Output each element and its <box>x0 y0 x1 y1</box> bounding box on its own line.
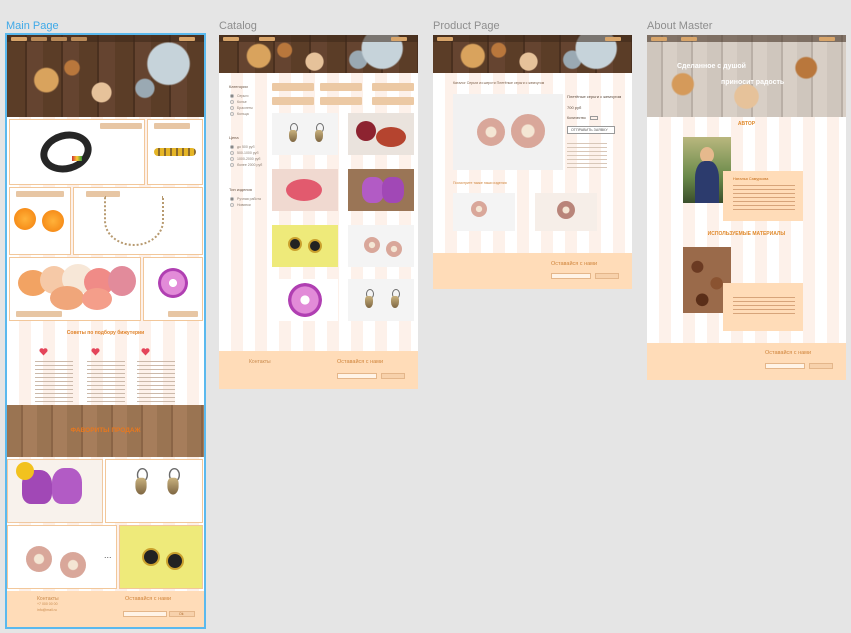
about-hero-image: Сделанное с душой приносит радость <box>647 35 846 117</box>
materials-card <box>723 283 803 331</box>
order-button[interactable]: ОТПРАВИТЬ ЗАЯВКУ <box>567 126 615 134</box>
footer-subscribe-button[interactable] <box>595 273 619 279</box>
favorite-tile-feather-earrings[interactable] <box>105 459 203 523</box>
about-hero-line1: Сделанное с душой <box>677 63 746 70</box>
filter-label: Кольца <box>237 112 249 116</box>
product-main-image <box>453 94 563 170</box>
materials-title: ИСПОЛЬЗУЕМЫЕ МАТЕРИАЛЫ <box>707 231 786 237</box>
filter-radio[interactable] <box>230 157 234 161</box>
footer-subscribe-button[interactable] <box>381 373 405 379</box>
filter-type-title: Тип изделия <box>229 187 252 192</box>
favorite-tile-felt-boots[interactable] <box>7 459 103 523</box>
filter-label: до 500 руб <box>237 145 255 149</box>
heart-icon <box>39 343 48 356</box>
footer-email-input[interactable] <box>551 273 591 279</box>
favorite-tile-crochet-earrings[interactable]: ... <box>7 525 117 589</box>
footer-contacts-label: Контакты <box>249 359 271 365</box>
catalog-card[interactable] <box>272 169 338 211</box>
artboard-label-product[interactable]: Product Page <box>433 20 500 32</box>
filter-radio[interactable] <box>230 145 234 149</box>
qty-label: Количество <box>567 116 586 120</box>
related-title: Посмотрите также наши изделия <box>453 181 507 185</box>
product-tile-necklace-gold[interactable] <box>147 119 203 185</box>
favorites-title: ФАВОРИТЫ ПРОДАЖ <box>70 427 141 434</box>
catalog-card[interactable] <box>272 225 338 267</box>
main-footer: Контакты +7 000 00 00 info@mail.ru Остав… <box>7 591 204 627</box>
catalog-card[interactable] <box>272 113 338 155</box>
catalog-card[interactable] <box>272 279 338 321</box>
catalog-hero-image <box>219 35 418 73</box>
filter-label: 1000-2000 руб <box>237 157 261 161</box>
filter-label: 500-1000 руб <box>237 151 259 155</box>
product-tile-flower-brooch[interactable] <box>143 257 203 321</box>
footer-subscribe-title: Оставайся с нами <box>337 359 384 365</box>
related-card[interactable] <box>453 193 515 231</box>
catalog-card[interactable] <box>348 225 414 267</box>
filter-label: Ручная работа <box>237 197 261 201</box>
artboard-about[interactable]: Сделанное с душой приносит радость АВТОР… <box>647 35 846 380</box>
product-footer: Оставайся с нами <box>433 253 632 289</box>
catalog-footer: Контакты Оставайся с нами <box>219 351 418 389</box>
product-breadcrumb[interactable]: Каталог Серьги из шерсти Плетёные серьги… <box>453 81 544 85</box>
filter-label: Новинки <box>237 203 251 207</box>
product-tile-bracelet[interactable] <box>9 119 145 185</box>
main-hero-image <box>7 35 204 117</box>
author-name: Наталья Самуркова <box>733 177 769 181</box>
filter-label: Браслеты <box>237 106 253 110</box>
catalog-card[interactable] <box>348 113 414 155</box>
tips-title: Советы по подбору бижутерии <box>66 330 145 336</box>
filter-label: более 2000 руб <box>237 163 263 167</box>
footer-subscribe-title: Оставайся с нами <box>125 596 172 602</box>
product-name: Плетёные серьги с жемчугом <box>567 94 622 99</box>
artboard-label-catalog[interactable]: Catalog <box>219 20 257 32</box>
filter-radio[interactable] <box>230 197 234 201</box>
footer-subscribe-button[interactable]: Ok <box>169 611 195 617</box>
footer-email-input[interactable] <box>337 373 377 379</box>
filter-categories-title: Категории <box>229 84 248 89</box>
product-hero-image <box>433 35 632 73</box>
filter-label: Серьги <box>237 94 249 98</box>
artboard-product[interactable]: Каталог Серьги из шерсти Плетёные серьги… <box>433 35 632 289</box>
author-title: АВТОР <box>737 121 756 127</box>
about-footer: Оставайся с нами <box>647 343 846 380</box>
heart-icon <box>91 343 100 356</box>
related-card[interactable] <box>535 193 597 231</box>
filter-price-title: Цена <box>229 135 239 140</box>
footer-subscribe-title: Оставайся с нами <box>551 261 598 267</box>
filter-radio[interactable] <box>230 151 234 155</box>
main-navbar <box>7 35 204 42</box>
more-icon[interactable]: ... <box>104 550 112 560</box>
product-tile-orange-earrings[interactable] <box>9 187 71 255</box>
filter-radio[interactable] <box>230 100 234 104</box>
heart-icon <box>141 343 150 356</box>
footer-contact-line: +7 000 00 00 <box>37 602 58 606</box>
artboard-catalog[interactable]: Категории Серьги Колье Браслеты Кольца Ц… <box>219 35 418 389</box>
catalog-card[interactable] <box>348 279 414 321</box>
favorite-tile-black-earrings[interactable] <box>119 525 203 589</box>
filter-radio[interactable] <box>230 106 234 110</box>
product-price: 700 руб <box>567 105 582 110</box>
filter-radio[interactable] <box>230 163 234 167</box>
product-tile-felt-balls[interactable] <box>9 257 141 321</box>
author-card: Наталья Самуркова <box>723 171 803 221</box>
footer-subscribe-button[interactable] <box>809 363 833 369</box>
artboard-label-about[interactable]: About Master <box>647 20 712 32</box>
about-hero-line2: приносит радость <box>721 79 785 86</box>
qty-input[interactable] <box>590 116 598 120</box>
filter-radio[interactable] <box>230 112 234 116</box>
footer-email-input[interactable] <box>765 363 805 369</box>
footer-email-input[interactable] <box>123 611 167 617</box>
filter-label: Колье <box>237 100 247 104</box>
artboard-label-main[interactable]: Main Page <box>6 20 59 32</box>
catalog-card[interactable] <box>348 169 414 211</box>
footer-contact-line: info@mail.ru <box>37 608 57 612</box>
product-tile-bead-necklace[interactable] <box>73 187 203 255</box>
artboard-main-page[interactable]: Советы по подбору бижутерии ФАВОРИТЫ ПРО… <box>5 33 206 629</box>
filter-radio[interactable] <box>230 203 234 207</box>
filter-radio[interactable] <box>230 94 234 98</box>
favorites-banner: ФАВОРИТЫ ПРОДАЖ <box>7 405 204 457</box>
footer-subscribe-title: Оставайся с нами <box>765 350 812 356</box>
